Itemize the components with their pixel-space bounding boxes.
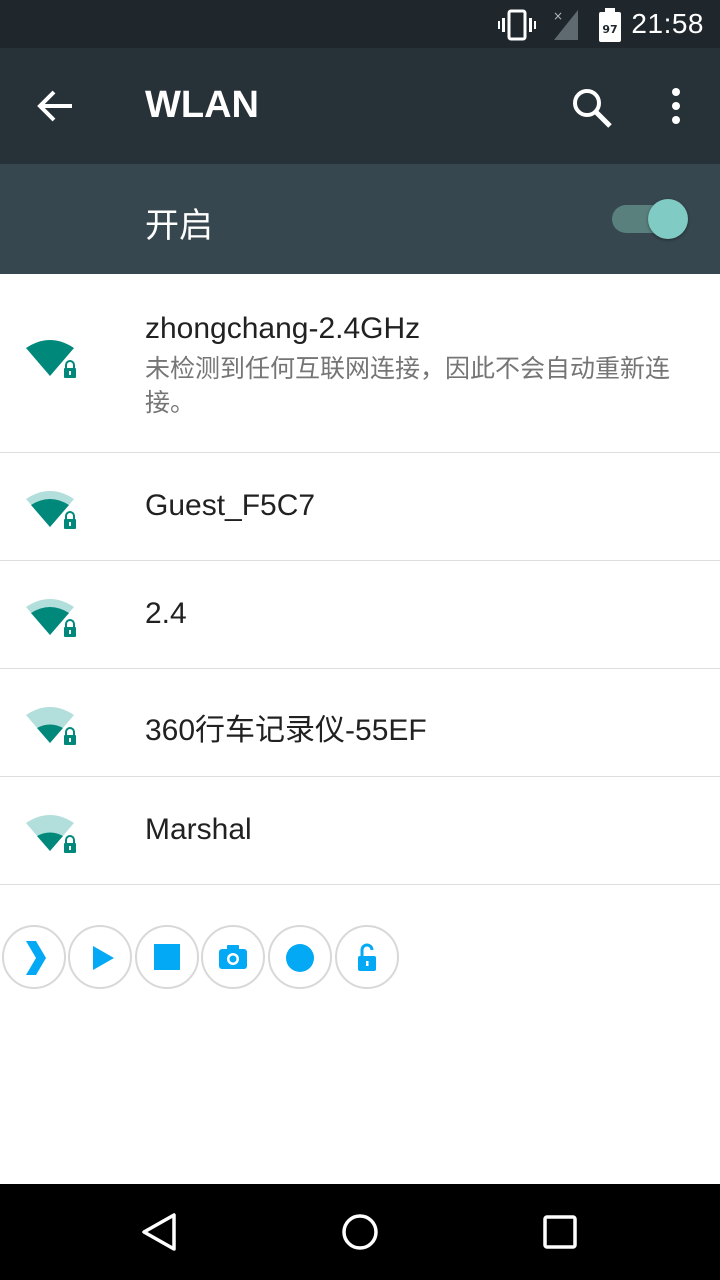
wifi-locked-icon: [26, 340, 76, 378]
play-button[interactable]: [68, 925, 132, 989]
unlock-button[interactable]: [335, 925, 399, 989]
status-bar: × 97 21:58: [0, 0, 720, 48]
more-vert-icon[interactable]: [664, 86, 688, 130]
svg-text:×: ×: [553, 9, 563, 23]
wifi-locked-icon: [26, 815, 76, 853]
toggle-thumb: [648, 199, 688, 239]
home-circle-icon[interactable]: [336, 1208, 384, 1256]
network-ssid: 360行车记录仪-55EF: [145, 714, 427, 747]
screenshot-button[interactable]: [201, 925, 265, 989]
stop-icon: [154, 944, 180, 970]
recents-square-icon[interactable]: [536, 1208, 584, 1256]
network-row[interactable]: Marshal: [0, 777, 720, 885]
record-button[interactable]: [268, 925, 332, 989]
wifi-locked-icon: [26, 491, 76, 529]
wlan-toggle[interactable]: [612, 197, 690, 241]
search-icon[interactable]: [570, 86, 614, 130]
expand-chevron-icon: [26, 941, 46, 975]
network-ssid: Marshal: [145, 813, 252, 846]
switch-label: 开启: [145, 206, 213, 246]
expand-button[interactable]: [2, 925, 66, 989]
network-row[interactable]: Guest_F5C7: [0, 453, 720, 561]
network-row[interactable]: 360行车记录仪-55EF: [0, 669, 720, 777]
wifi-locked-icon: [26, 599, 76, 637]
unlock-icon: [358, 943, 376, 971]
network-ssid: Guest_F5C7: [145, 489, 316, 522]
floating-toolbar: [0, 925, 420, 993]
no-signal-icon: ×: [553, 9, 578, 40]
network-row[interactable]: zhongchang-2.4GHz 未检测到任何互联网连接，因此不会自动重新连接…: [0, 274, 720, 453]
vibrate-icon: [498, 9, 536, 41]
record-dot-icon: [286, 944, 314, 972]
navigation-bar: [0, 1184, 720, 1280]
back-triangle-icon[interactable]: [136, 1208, 184, 1256]
network-row[interactable]: 2.4: [0, 561, 720, 669]
network-ssid: zhongchang-2.4GHz: [145, 312, 421, 345]
network-ssid: 2.4: [145, 597, 187, 630]
network-list: zhongchang-2.4GHz 未检测到任何互联网连接，因此不会自动重新连接…: [0, 274, 720, 885]
back-arrow-icon[interactable]: [36, 86, 76, 126]
camera-icon: [219, 945, 247, 969]
network-summary: 未检测到任何互联网连接，因此不会自动重新连接。: [145, 354, 671, 417]
svg-text:97: 97: [602, 23, 617, 36]
app-bar: WLAN: [0, 48, 720, 164]
stop-button[interactable]: [135, 925, 199, 989]
clock: 21:58: [631, 8, 704, 39]
wifi-locked-icon: [26, 707, 76, 745]
page-title: WLAN: [145, 84, 259, 126]
play-icon: [93, 946, 114, 970]
wlan-switch-bar[interactable]: 开启: [0, 164, 720, 274]
battery-icon: 97: [599, 8, 621, 42]
